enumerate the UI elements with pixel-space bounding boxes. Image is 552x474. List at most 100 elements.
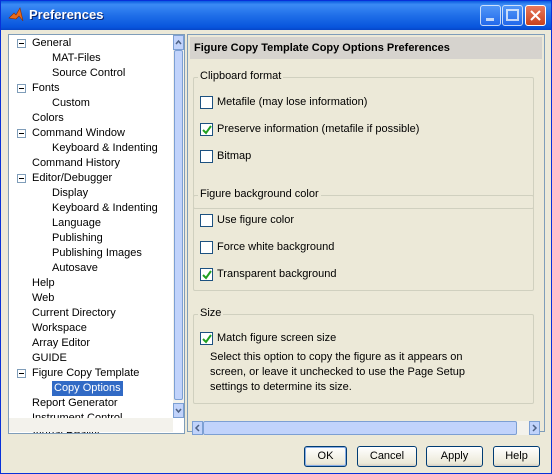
- group-title: Clipboard format: [198, 70, 284, 82]
- tree-item-label: MAT-Files: [52, 52, 101, 64]
- tree-item[interactable]: Publishing: [9, 231, 173, 246]
- apply-button[interactable]: Apply: [426, 446, 483, 467]
- preferences-tree[interactable]: General MAT-Files Source Control Fonts Custo…: [8, 34, 185, 434]
- title-bar[interactable]: Preferences: [1, 1, 551, 30]
- panel-header: Figure Copy Template Copy Options Prefer…: [190, 37, 542, 59]
- tree-item-label: Copy Options: [52, 381, 123, 396]
- checkbox-box[interactable]: [200, 150, 213, 163]
- size-description: Select this option to copy the figure as…: [210, 351, 465, 393]
- collapse-toggle-icon[interactable]: [17, 369, 26, 378]
- checkbox-box[interactable]: [200, 214, 213, 227]
- checkbox-label: Bitmap: [217, 150, 252, 162]
- tree-item[interactable]: Fonts: [9, 81, 173, 96]
- checkmark-icon: [202, 334, 212, 344]
- close-button[interactable]: [525, 5, 546, 26]
- tree-item[interactable]: MAT-Files: [9, 51, 173, 66]
- tree-item[interactable]: Display: [9, 186, 173, 201]
- tree-item-label: Publishing: [52, 232, 103, 244]
- tree-item-label: Fonts: [32, 82, 60, 94]
- tree-item[interactable]: Autosave: [9, 261, 173, 276]
- close-icon: [530, 10, 541, 21]
- panel-scroll-thumb[interactable]: [203, 421, 517, 435]
- checkbox-label: Preserve information (metafile if possib…: [217, 123, 420, 135]
- checkbox-label: Metafile (may lose information): [217, 96, 368, 108]
- checkbox-label: Match figure screen size: [217, 332, 337, 344]
- tree-item[interactable]: Current Directory: [9, 306, 173, 321]
- tree-item-label: Source Control: [52, 67, 126, 79]
- checkbox-label: Force white background: [217, 241, 335, 253]
- collapse-toggle-icon[interactable]: [17, 129, 26, 138]
- tree-item[interactable]: Custom: [9, 96, 173, 111]
- ok-button[interactable]: OK: [304, 446, 347, 467]
- help-button[interactable]: Help: [493, 446, 540, 467]
- tree-item[interactable]: Web: [9, 291, 173, 306]
- tree-item[interactable]: Colors: [9, 111, 173, 126]
- tree-item[interactable]: General: [9, 36, 173, 51]
- scroll-up-button[interactable]: [173, 35, 184, 50]
- collapse-toggle-icon[interactable]: [17, 84, 26, 93]
- minimize-button[interactable]: [480, 5, 501, 26]
- tree-item[interactable]: Command History: [9, 156, 173, 171]
- tree-item-label: Editor/Debugger: [32, 172, 113, 184]
- size-group: Size Match figure screen size Select thi…: [193, 307, 534, 404]
- tree-item-label: Report Generator: [32, 397, 118, 409]
- tree-item[interactable]: Keyboard & Indenting: [9, 141, 173, 156]
- tree-scroll-thumb[interactable]: [174, 50, 183, 400]
- group-title: Size: [198, 307, 224, 319]
- tree-item-label: Publishing Images: [52, 247, 142, 259]
- checkbox-label: Use figure color: [217, 214, 295, 226]
- checkmark-icon: [202, 270, 212, 280]
- figure-background-group: Figure background color Use figure color…: [193, 188, 534, 291]
- tree-item-label: GUIDE: [32, 352, 67, 364]
- preferences-window: Preferences General MAT-Files Source Contr…: [0, 0, 552, 474]
- checkbox-label: Transparent background: [217, 268, 337, 280]
- checkbox-box[interactable]: [200, 241, 213, 254]
- chevron-down-icon: [175, 408, 182, 414]
- checkbox-box[interactable]: [200, 332, 213, 345]
- collapse-toggle-icon[interactable]: [17, 39, 26, 48]
- chevron-left-icon: [194, 424, 200, 432]
- tree-item-label: Command History: [32, 157, 121, 169]
- tree-item-label: Current Directory: [32, 307, 116, 319]
- tree-item-label: Colors: [32, 112, 64, 124]
- tree-item[interactable]: Command Window: [9, 126, 173, 141]
- scroll-down-button[interactable]: [173, 403, 184, 418]
- maximize-button[interactable]: [502, 5, 523, 26]
- tree-item-label: Display: [52, 187, 89, 199]
- collapse-toggle-icon[interactable]: [17, 174, 26, 183]
- tree-item-label: Autosave: [52, 262, 98, 274]
- matlab-logo-icon: [8, 7, 24, 22]
- tree-item[interactable]: Editor/Debugger: [9, 171, 173, 186]
- tree-item[interactable]: Help: [9, 276, 173, 291]
- tree-item[interactable]: Figure Copy Template: [9, 366, 173, 381]
- tree-item[interactable]: Copy Options: [9, 381, 173, 396]
- tree-item[interactable]: Language: [9, 216, 173, 231]
- tree-item-label: Workspace: [32, 322, 87, 334]
- cancel-button[interactable]: Cancel: [357, 446, 417, 467]
- tree-item-label: General: [32, 37, 72, 49]
- group-title: Figure background color: [198, 188, 321, 200]
- tree-item[interactable]: Source Control: [9, 66, 173, 81]
- tree-item[interactable]: GUIDE: [9, 351, 173, 366]
- tree-item[interactable]: Report Generator: [9, 396, 173, 411]
- checkmark-icon: [202, 125, 212, 135]
- panel-horizontal-scrollbar[interactable]: [192, 421, 540, 435]
- scroll-left-button[interactable]: [192, 421, 203, 435]
- tree-item-label: Web: [32, 292, 55, 304]
- tree-item-label: Custom: [52, 97, 90, 109]
- checkbox-box[interactable]: [200, 96, 213, 109]
- window-title: Preferences: [29, 7, 104, 22]
- checkbox-box[interactable]: [200, 268, 213, 281]
- tree-item[interactable]: Array Editor: [9, 336, 173, 351]
- tree-item[interactable]: Keyboard & Indenting: [9, 201, 173, 216]
- tree-horizontal-scrollbar[interactable]: [9, 418, 173, 432]
- tree-vertical-scrollbar[interactable]: [173, 35, 184, 418]
- scroll-right-button[interactable]: [529, 421, 540, 435]
- tree-item[interactable]: Publishing Images: [9, 246, 173, 261]
- tree-item[interactable]: Workspace: [9, 321, 173, 336]
- tree-item-label: Array Editor: [32, 337, 91, 349]
- tree-item-label: Keyboard & Indenting: [52, 142, 158, 154]
- minimize-icon: [486, 18, 494, 21]
- checkbox-box[interactable]: [200, 123, 213, 136]
- options-panel: Figure Copy Template Copy Options Prefer…: [187, 34, 545, 435]
